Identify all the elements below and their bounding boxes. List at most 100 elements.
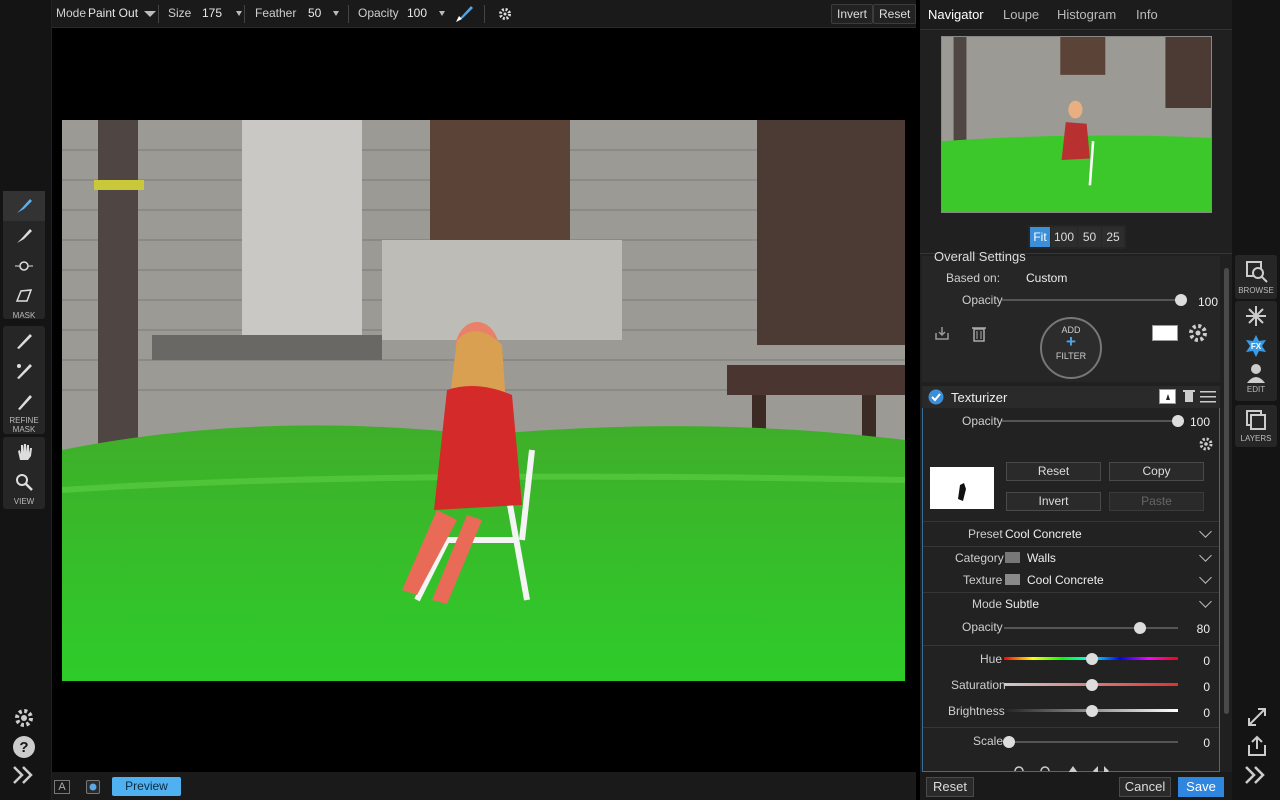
- texturizer-delete-button[interactable]: [1183, 389, 1195, 406]
- footer-reset-button[interactable]: Reset: [926, 777, 974, 797]
- double-chevron-right-icon: [1245, 766, 1265, 784]
- module-bar: BROWSE FX EDIT LAYERS: [1232, 0, 1280, 800]
- texturizer-opacity-value: 100: [1189, 415, 1210, 429]
- hue-knob[interactable]: [1086, 653, 1098, 665]
- photo-image: [62, 120, 905, 681]
- mask-swatch-button[interactable]: [1152, 325, 1178, 341]
- import-preset-button[interactable]: [934, 325, 950, 344]
- tab-histogram[interactable]: Histogram: [1057, 7, 1116, 22]
- fullscreen-button[interactable]: [1246, 706, 1268, 731]
- effects-module-button[interactable]: FX: [1235, 331, 1277, 361]
- edit-module-button[interactable]: EDIT: [1235, 361, 1277, 394]
- mode-value[interactable]: Subtle: [1005, 597, 1039, 611]
- mode-dropdown[interactable]: Paint Out: [88, 6, 157, 20]
- texture-opacity-knob[interactable]: [1134, 622, 1146, 634]
- hamburger-menu-icon: [1200, 391, 1216, 403]
- refine-eraser-icon: [17, 364, 32, 379]
- refine-mask-label: REFINE MASK: [9, 416, 39, 434]
- help-button[interactable]: ?: [12, 735, 36, 762]
- mask-lasso-tool[interactable]: [3, 281, 45, 311]
- texturizer-reset-button[interactable]: Reset: [1006, 462, 1101, 481]
- texturizer-copy-button[interactable]: Copy: [1109, 462, 1204, 481]
- develop-module-button[interactable]: [1235, 301, 1277, 331]
- texturizer-title: Texturizer: [951, 390, 1008, 405]
- magnifier-icon: [16, 474, 33, 491]
- save-button[interactable]: Save: [1178, 777, 1224, 797]
- toolbar-settings-button[interactable]: [498, 7, 512, 24]
- overall-settings-gear[interactable]: [1187, 322, 1209, 347]
- tab-loupe[interactable]: Loupe: [1003, 7, 1039, 22]
- mask-view-icon: [89, 783, 97, 791]
- scale-slider[interactable]: [1008, 741, 1178, 743]
- delete-filter-button[interactable]: [970, 324, 988, 345]
- feather-field[interactable]: 50: [308, 6, 340, 20]
- zoom-25-button[interactable]: 25: [1102, 227, 1124, 247]
- texturizer-settings-gear[interactable]: [1198, 436, 1214, 455]
- texturizer-invert-button[interactable]: Invert: [1006, 492, 1101, 511]
- texturizer-menu-button[interactable]: [1200, 390, 1216, 407]
- texturizer-opacity-slider[interactable]: [1002, 420, 1180, 422]
- help-icon: ?: [13, 736, 35, 758]
- zoom-100-button[interactable]: 100: [1051, 227, 1077, 247]
- layers-module-button[interactable]: LAYERS: [1235, 405, 1277, 447]
- zoom-fit-button[interactable]: Fit: [1030, 227, 1050, 247]
- preview-button[interactable]: Preview: [112, 777, 181, 796]
- overall-opacity-label: Opacity: [962, 293, 1003, 307]
- browse-module-button[interactable]: BROWSE: [1235, 255, 1277, 299]
- expand-left-button[interactable]: [12, 764, 36, 789]
- panel-scrollbar[interactable]: [1224, 268, 1229, 714]
- photo-canvas[interactable]: [62, 120, 905, 681]
- brush-options-button[interactable]: [454, 4, 474, 27]
- zoom-tool[interactable]: [3, 467, 45, 497]
- brush-icon: [17, 199, 32, 213]
- texture-opacity-slider[interactable]: [1004, 627, 1178, 629]
- texture-value[interactable]: Cool Concrete: [1027, 573, 1104, 587]
- texturizer-paste-button[interactable]: Paste: [1109, 492, 1204, 511]
- mask-brush-tool[interactable]: [3, 191, 45, 221]
- chevron-down-icon: [236, 11, 243, 17]
- refine-mask-icon: [18, 395, 32, 410]
- feather-label: Feather: [255, 6, 297, 20]
- zoom-50-button[interactable]: 50: [1078, 227, 1101, 247]
- based-on-label: Based on:: [946, 271, 1001, 285]
- chevron-down-icon: [333, 11, 340, 17]
- trash-icon: [972, 327, 986, 342]
- based-on-value[interactable]: Custom: [1026, 271, 1067, 285]
- collapse-panel-button[interactable]: [1244, 764, 1268, 789]
- texturizer-enable-checkbox[interactable]: [928, 389, 944, 408]
- hand-tool[interactable]: [3, 437, 45, 467]
- scale-knob[interactable]: [1003, 736, 1015, 748]
- tab-info[interactable]: Info: [1136, 7, 1158, 22]
- opacity-field[interactable]: 100: [407, 6, 446, 20]
- export-button[interactable]: [1246, 735, 1268, 760]
- texturizer-mask-toggle[interactable]: [1159, 389, 1176, 404]
- cancel-button[interactable]: Cancel: [1119, 777, 1171, 797]
- mask-eraser-tool[interactable]: [3, 221, 45, 251]
- saturation-knob[interactable]: [1086, 679, 1098, 691]
- navigator-thumbnail[interactable]: [941, 36, 1212, 213]
- category-value[interactable]: Walls: [1027, 551, 1056, 565]
- refine-eraser-tool[interactable]: [3, 356, 45, 386]
- check-circle-icon: [928, 389, 944, 405]
- view-a-button[interactable]: A: [54, 780, 70, 794]
- mask-tool-group: MASK: [3, 191, 45, 320]
- overall-opacity-slider[interactable]: [1002, 299, 1182, 301]
- add-filter-button[interactable]: ADD + FILTER: [1040, 317, 1102, 379]
- gear-icon: [1189, 324, 1207, 342]
- texture-swatch: [1005, 574, 1020, 585]
- preset-value[interactable]: Cool Concrete: [1005, 527, 1082, 541]
- settings-gear-button[interactable]: [12, 706, 36, 733]
- reset-button[interactable]: Reset: [873, 4, 917, 24]
- mask-view-button[interactable]: [86, 780, 100, 794]
- texture-opacity-label: Opacity: [962, 620, 1003, 634]
- tab-navigator[interactable]: Navigator: [928, 7, 984, 22]
- overall-settings-title: Overall Settings: [934, 249, 1026, 264]
- brightness-knob[interactable]: [1086, 705, 1098, 717]
- invert-button[interactable]: Invert: [831, 4, 874, 24]
- overall-opacity-knob[interactable]: [1175, 294, 1187, 306]
- size-field[interactable]: 175: [202, 6, 243, 20]
- refine-brush-tool[interactable]: [3, 326, 45, 356]
- mask-gradient-tool[interactable]: [3, 251, 45, 281]
- texturizer-mask-thumbnail[interactable]: [930, 467, 994, 509]
- refine-mask-tool[interactable]: [3, 386, 45, 416]
